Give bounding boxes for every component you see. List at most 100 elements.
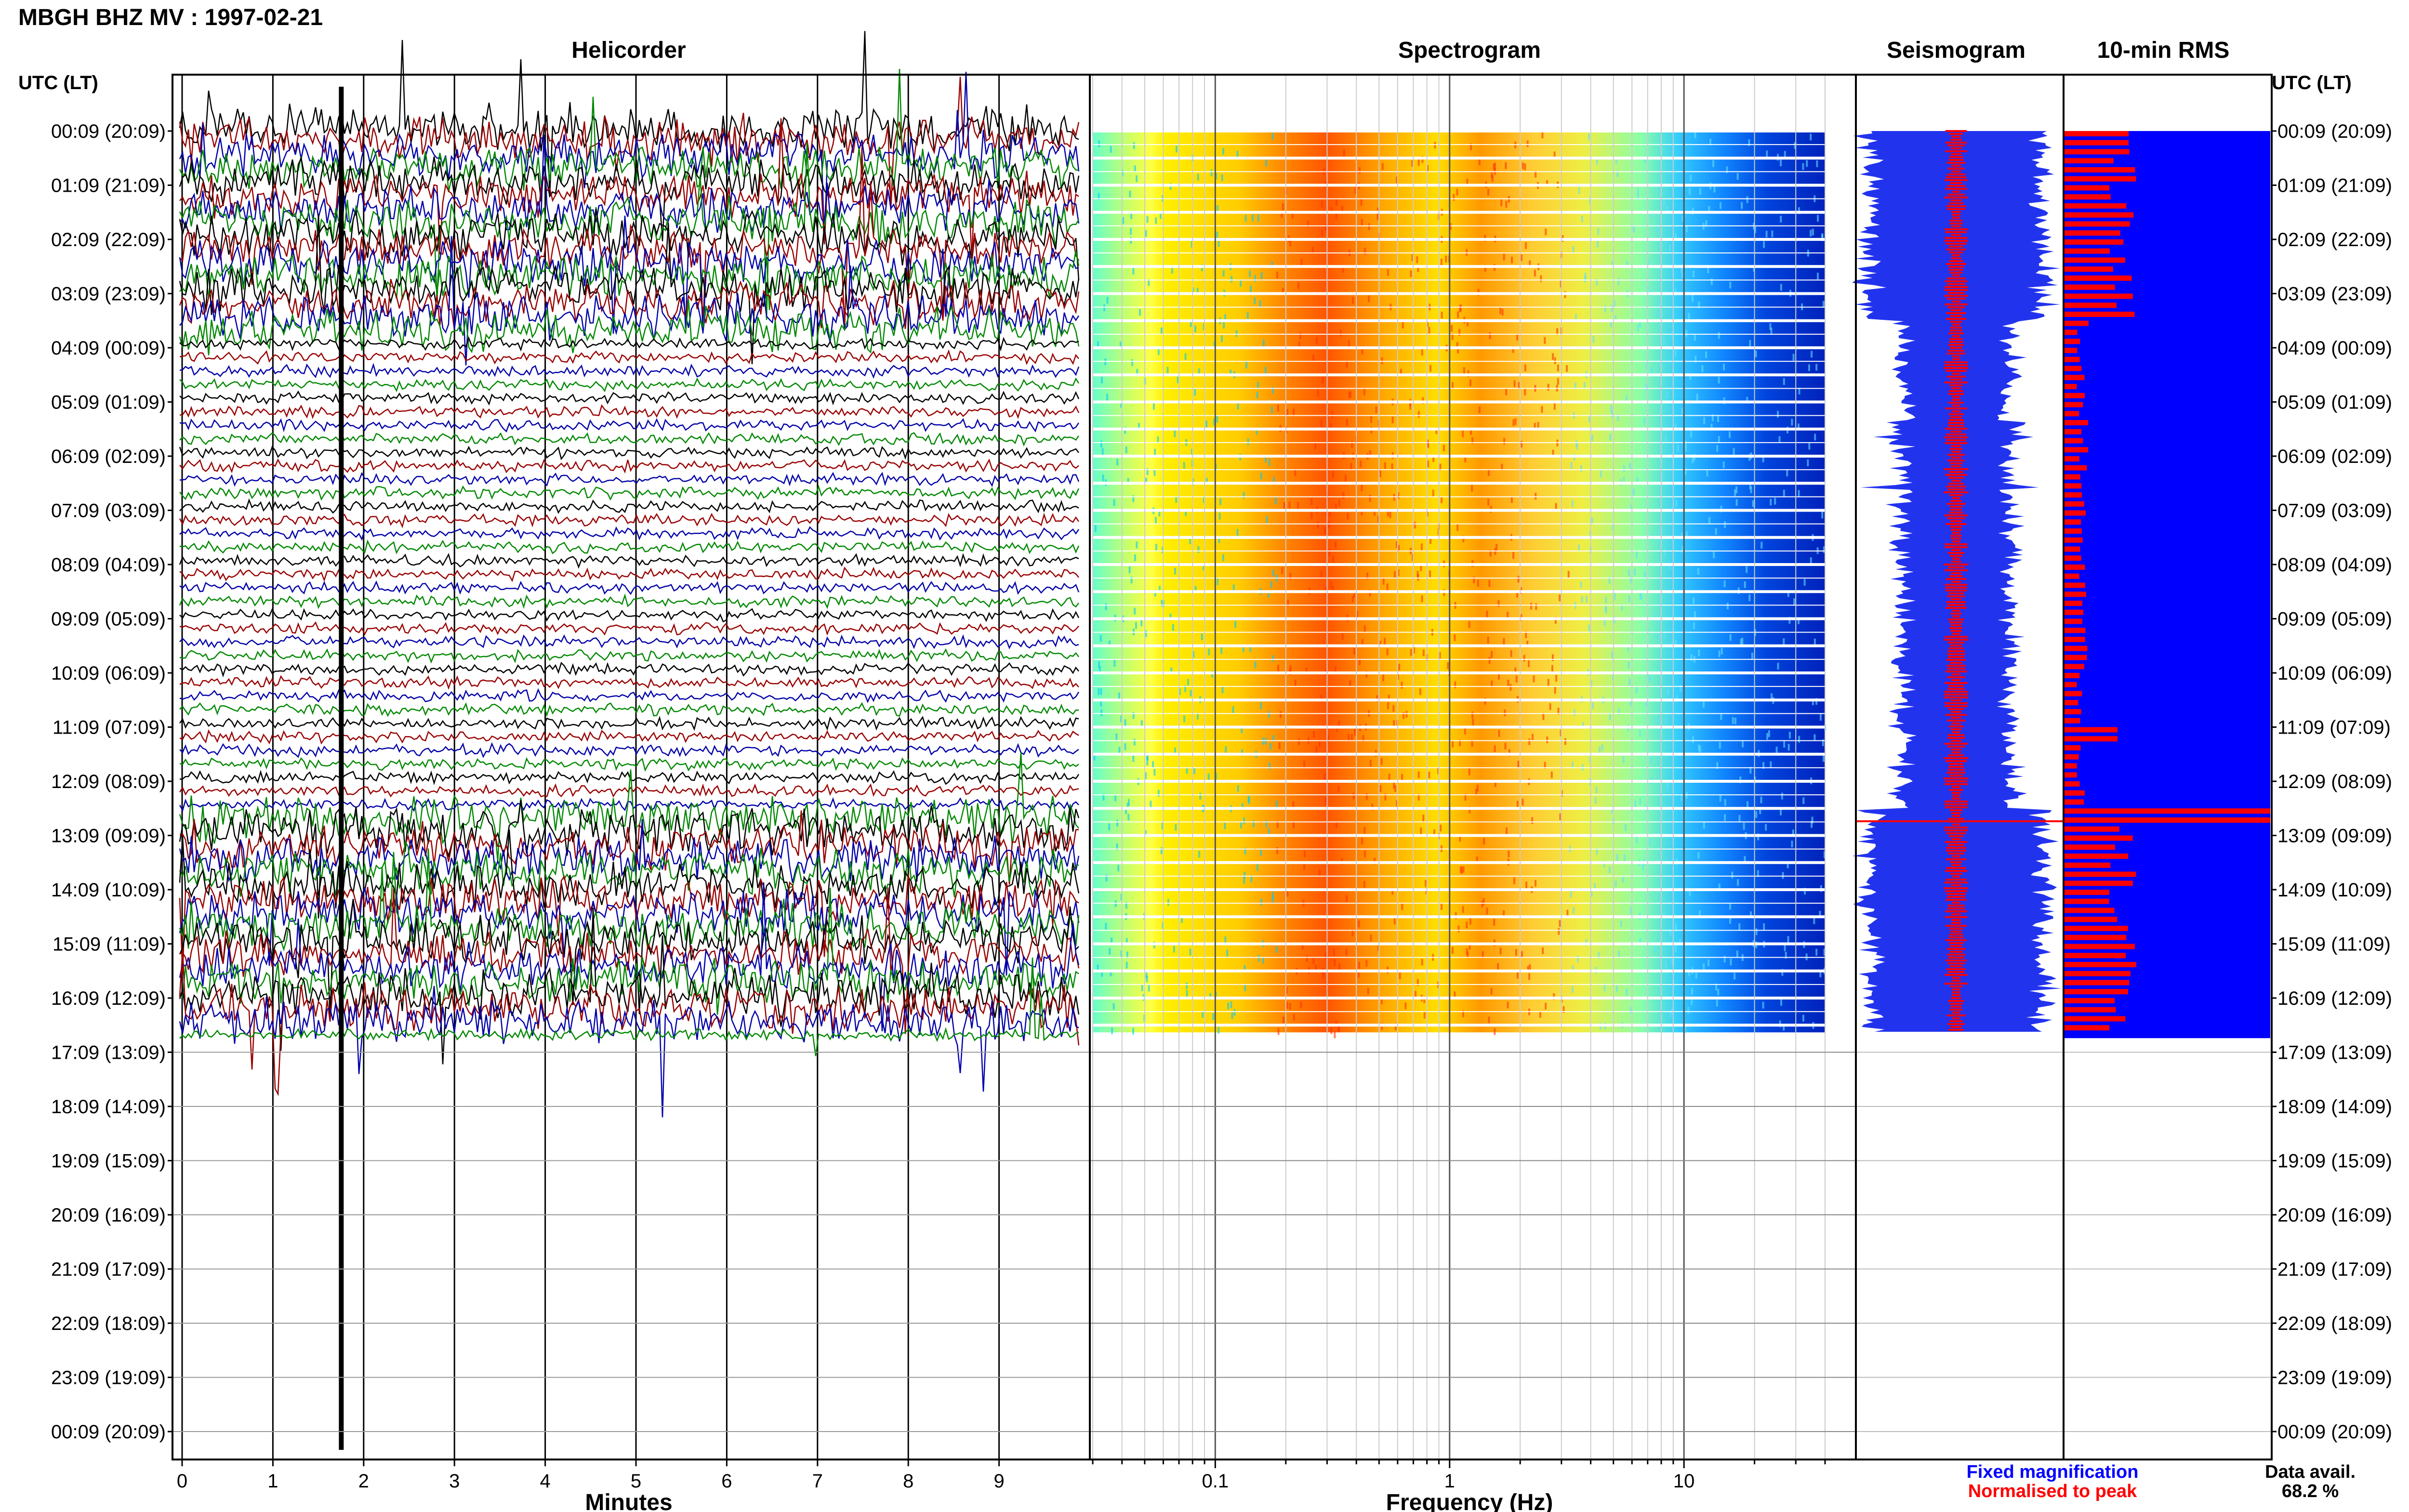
rms-bar: [2065, 293, 2133, 299]
spectrogram-speckle: [1685, 792, 1688, 799]
spectrogram-speckle: [1513, 380, 1516, 387]
spectrogram-speckle: [1135, 622, 1137, 629]
helicorder-trace: [179, 742, 1079, 758]
spectrogram-speckle: [1681, 408, 1683, 415]
spectrogram-speckle: [1736, 173, 1739, 180]
spectrogram-speckle: [1810, 230, 1812, 237]
spectrogram-speckle: [1174, 430, 1176, 437]
time-label-right: 00:09 (20:09): [2277, 1421, 2392, 1443]
spectrogram-speckle: [1663, 632, 1666, 640]
spectrogram-speckle: [1186, 982, 1188, 989]
spectrogram-speckle: [1380, 758, 1383, 765]
rms-bar: [2065, 339, 2080, 344]
rms-bar: [2065, 790, 2085, 796]
spectrogram-speckle: [1639, 798, 1641, 805]
spectrogram-speckle: [1601, 744, 1603, 751]
spectrogram-speckle: [1300, 259, 1303, 266]
spectrogram-speckle: [1140, 619, 1143, 627]
spectrogram-speckle: [1710, 278, 1713, 285]
spectrogram-speckle: [1176, 145, 1178, 153]
spectrogram-speckle: [1129, 190, 1131, 197]
spectrogram-speckle: [1551, 665, 1553, 672]
spectrogram-speckle: [1731, 871, 1734, 879]
spectrogram-speckle: [1118, 747, 1121, 754]
spectrogram-speckle: [1421, 959, 1423, 966]
spectrogram-speckle: [1337, 1026, 1340, 1033]
spectrogram-speckle: [1345, 948, 1348, 956]
spectrogram-speckle: [1128, 566, 1131, 574]
spectrogram-speckle: [1375, 406, 1377, 413]
time-label-left: 21:09 (17:09): [51, 1259, 166, 1280]
spectrogram-speckle: [1578, 187, 1580, 194]
time-label-left: 23:09 (19:09): [51, 1367, 166, 1389]
figure: MBGH BHZ MV : 1997-02-21 Helicorder Spec…: [18, 5, 2392, 1512]
spectrogram-speckle: [1539, 1011, 1541, 1018]
spectrogram-speckle: [1420, 828, 1422, 835]
spectrogram-speckle: [1685, 330, 1688, 337]
spectrogram-speckle: [1272, 569, 1275, 577]
spectrogram-speckle: [1786, 469, 1788, 476]
spectrogram-speckle: [1451, 325, 1453, 332]
spectrogram-speckle: [1805, 953, 1808, 960]
spectrogram-speckle: [1822, 755, 1825, 762]
spectrogram-speckle: [1346, 361, 1348, 368]
spectrogram-speckle: [1482, 898, 1485, 905]
helicorder-trace: [179, 752, 1079, 861]
time-label-right: 00:09 (20:09): [2277, 121, 2392, 142]
spectrogram-speckle: [1712, 160, 1715, 167]
spectrogram-speckle: [1300, 1001, 1302, 1009]
spectrogram-speckle: [1763, 241, 1765, 248]
spectrogram-speckle: [1718, 650, 1721, 657]
spectrogram-speckle: [1545, 228, 1547, 236]
spectrogram-speckle: [1780, 215, 1782, 223]
spectrogram-speckle: [1499, 947, 1502, 955]
spectrogram-speckle: [1113, 499, 1115, 506]
time-label-left: 04:09 (00:09): [51, 338, 166, 359]
spectrogram-speckle: [1270, 581, 1272, 588]
rms-bar: [2065, 582, 2086, 588]
rms-bar: [2065, 709, 2081, 714]
spectrogram-speckle: [1237, 403, 1239, 410]
spectrogram-speckle: [1221, 686, 1224, 694]
spectrogram-speckle: [1555, 503, 1557, 510]
spectrogram-speckle: [1335, 541, 1337, 549]
legend-fixed-magnification: Fixed magnification: [1967, 1462, 2139, 1482]
spectrogram-speckle: [1125, 961, 1128, 969]
spectrogram-speckle: [1681, 546, 1684, 553]
spectrogram-speckle: [1332, 555, 1335, 563]
spectrogram-speckle: [1540, 275, 1542, 282]
spectrogram-speckle: [1535, 603, 1537, 610]
rms-bar: [2065, 844, 2115, 850]
spectrogram-speckle: [1410, 270, 1412, 277]
spectrogram-speckle: [1414, 522, 1416, 529]
spectrogram-speckle: [1430, 365, 1432, 372]
spectrogram-speckle: [1194, 326, 1196, 333]
spectrogram-speckle: [1094, 525, 1097, 532]
spectrogram-speckle: [1392, 705, 1395, 712]
spectrogram-speckle: [1451, 947, 1454, 954]
time-label-left: 09:09 (05:09): [51, 609, 166, 630]
rms-bar: [2065, 862, 2111, 868]
rms-bar: [2065, 176, 2136, 182]
spectrogram-speckle: [1198, 851, 1201, 858]
spectrogram-speckle: [1690, 431, 1693, 438]
spectrogram-speckle: [1391, 416, 1394, 423]
spectrogram-speckle: [1152, 761, 1154, 768]
spectrogram-speckle: [1367, 987, 1369, 995]
spectrogram-speckle: [1665, 435, 1667, 442]
spectrogram-speckle: [1471, 485, 1473, 492]
spectrogram-speckle: [1557, 364, 1559, 371]
spectrogram-xlabel: Frequency (Hz): [1386, 1490, 1553, 1512]
time-label-right: 06:09 (02:09): [2277, 446, 2392, 467]
spectrogram-speckle: [1365, 793, 1368, 800]
spectrogram-speckle: [1286, 1001, 1288, 1009]
rms-bar: [2065, 645, 2088, 651]
spectrogram-speckle: [1542, 713, 1545, 720]
rms-bar: [2065, 483, 2082, 489]
spectrogram-speckle: [1358, 920, 1360, 928]
spectrogram-speckle: [1464, 727, 1466, 735]
spectrogram-speckle: [1134, 554, 1136, 562]
spectrogram-speckle: [1236, 529, 1239, 536]
rms-bar: [2065, 754, 2079, 760]
spectrogram-speckle: [1609, 434, 1612, 441]
